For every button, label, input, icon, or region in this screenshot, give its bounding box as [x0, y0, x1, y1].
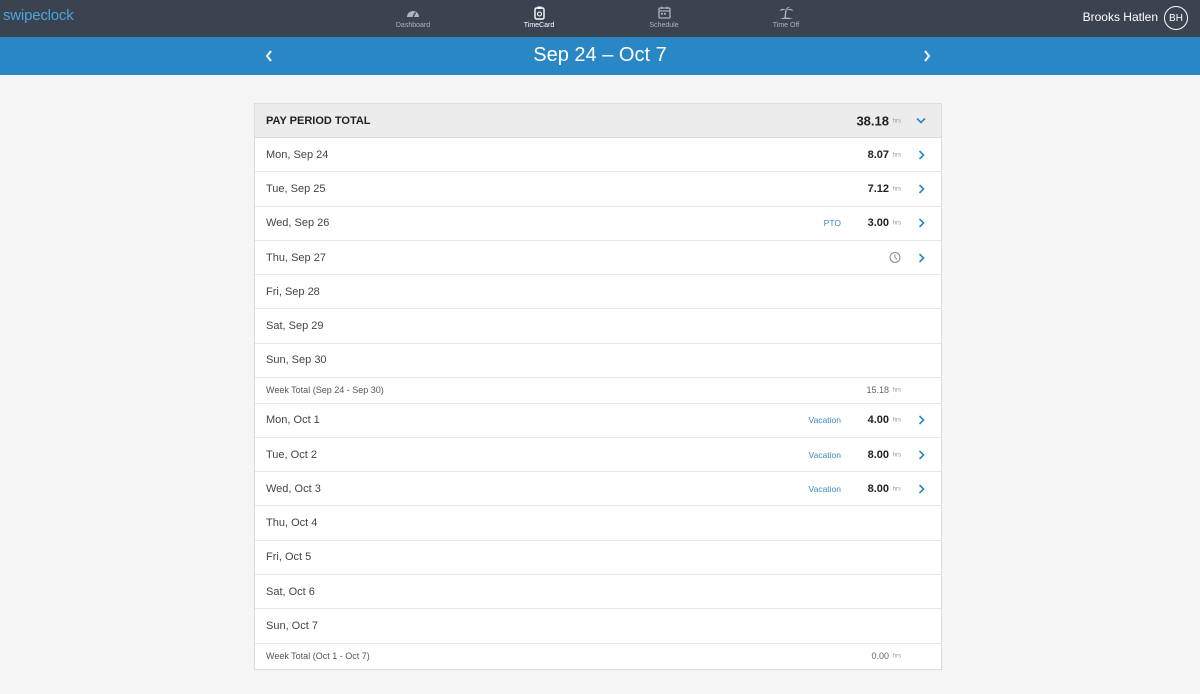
- pay-code-label: PTO: [823, 218, 841, 229]
- chevron-right-icon: [918, 184, 925, 194]
- chevron-right-icon: [924, 50, 931, 62]
- time-off-icon: [779, 5, 794, 20]
- day-detail-button[interactable]: [915, 149, 927, 161]
- day-label: Thu, Oct 4: [266, 517, 318, 530]
- chevron-right-icon: [918, 150, 925, 160]
- day-label: Mon, Oct 1: [266, 414, 320, 427]
- top-navigation-bar: swipeclock Dashboard TimeCard Schedule T…: [0, 0, 1200, 37]
- day-detail-button[interactable]: [915, 252, 927, 264]
- day-row: Sat, Sep 29: [255, 309, 941, 344]
- clock-icon: [888, 251, 901, 264]
- day-label: Wed, Sep 26: [266, 217, 330, 230]
- collapse-button[interactable]: [915, 115, 927, 127]
- week-total-row: Week Total (Oct 1 - Oct 7) 0.00 hrs: [255, 644, 941, 670]
- chevron-down-icon: [916, 117, 926, 124]
- day-hours: 4.00: [867, 414, 889, 427]
- day-hours: 8.00: [867, 448, 889, 461]
- day-row[interactable]: Mon, Sep 24 8.07 hrs: [255, 138, 941, 173]
- day-row[interactable]: Wed, Oct 3 Vacation 8.00 hrs: [255, 472, 941, 507]
- swipeclock-logo[interactable]: swipeclock: [3, 7, 74, 24]
- week-1-days: Mon, Sep 24 8.07 hrs Tue, Sep 25 7.12 hrs Wed,…: [255, 138, 941, 379]
- nav-schedule-label: Schedule: [649, 22, 679, 29]
- chevron-right-icon: [918, 252, 925, 263]
- dashboard-icon: [406, 5, 420, 20]
- hours-unit: hrs: [892, 186, 901, 193]
- week-total-label: Week Total (Sep 24 - Sep 30): [266, 385, 384, 396]
- day-label: Mon, Sep 24: [266, 148, 329, 161]
- nav-dashboard-label: Dashboard: [395, 22, 431, 29]
- day-row[interactable]: Wed, Sep 26 PTO 3.00 hrs: [255, 207, 941, 241]
- hours-unit: hrs: [892, 387, 901, 394]
- schedule-icon: [657, 5, 671, 20]
- nav-time-off-label: Time Off: [772, 22, 800, 29]
- day-hours: 3.00: [867, 217, 889, 230]
- day-label: Fri, Oct 5: [266, 551, 312, 564]
- pay-period-bar: Sep 24 – Oct 7: [0, 37, 1200, 75]
- next-period-button[interactable]: [918, 47, 936, 65]
- day-detail-button[interactable]: [915, 217, 927, 229]
- day-row: Fri, Oct 5: [255, 541, 941, 576]
- day-row[interactable]: Thu, Sep 27: [255, 241, 941, 276]
- hours-unit: hrs: [892, 152, 901, 159]
- timecard-panel: PAY PERIOD TOTAL 38.18 hrs Mon, Sep 24 8.…: [254, 103, 942, 671]
- day-label: Tue, Oct 2: [266, 448, 317, 461]
- day-detail-button[interactable]: [915, 449, 927, 461]
- day-detail-button[interactable]: [915, 414, 927, 426]
- day-row: Sun, Oct 7: [255, 609, 941, 644]
- chevron-right-icon: [918, 415, 925, 425]
- week-total-label: Week Total (Oct 1 - Oct 7): [266, 651, 370, 662]
- week-total-hours: 15.18: [866, 385, 889, 396]
- day-label: Sat, Oct 6: [266, 585, 315, 598]
- week-total-hours: 0.00: [871, 651, 889, 662]
- day-label: Tue, Sep 25: [266, 182, 326, 195]
- user-name[interactable]: Brooks Hatlen: [1083, 10, 1158, 24]
- pay-period-title: Sep 24 – Oct 7: [533, 44, 667, 66]
- nav-timecard-label: TimeCard: [523, 22, 555, 29]
- day-label: Thu, Sep 27: [266, 251, 326, 264]
- hours-unit: hrs: [892, 220, 901, 227]
- week-total-row: Week Total (Sep 24 - Sep 30) 15.18 hrs: [255, 378, 941, 404]
- chevron-right-icon: [918, 449, 925, 460]
- day-detail-button[interactable]: [915, 483, 927, 495]
- pay-code-label: Vacation: [808, 415, 841, 426]
- pay-period-total-row[interactable]: PAY PERIOD TOTAL 38.18 hrs: [255, 104, 941, 138]
- day-row: Sun, Sep 30: [255, 344, 941, 379]
- hours-unit: hrs: [892, 452, 901, 459]
- day-hours: 8.00: [867, 482, 889, 495]
- day-label: Sat, Sep 29: [266, 320, 324, 333]
- day-label: Sun, Oct 7: [266, 620, 318, 632]
- week-2-days: Mon, Oct 1 Vacation 4.00 hrs Tue, Oct 2 Vacat…: [255, 404, 941, 644]
- day-label: Wed, Oct 3: [266, 482, 321, 495]
- chevron-right-icon: [918, 484, 925, 494]
- pay-period-total-hours: 38.18: [856, 113, 889, 128]
- day-row[interactable]: Tue, Oct 2 Vacation 8.00 hrs: [255, 438, 941, 473]
- nav-dashboard[interactable]: Dashboard: [392, 0, 434, 37]
- pay-period-total-label: PAY PERIOD TOTAL: [266, 114, 371, 127]
- nav-schedule[interactable]: Schedule: [643, 0, 685, 37]
- day-detail-button[interactable]: [915, 183, 927, 195]
- hours-unit: hrs: [892, 486, 901, 493]
- timecard-icon: [533, 5, 545, 20]
- day-row: Sat, Oct 6: [255, 575, 941, 610]
- day-row[interactable]: Mon, Oct 1 Vacation 4.00 hrs: [255, 404, 941, 438]
- pay-code-label: Vacation: [808, 449, 841, 460]
- nav-time-off[interactable]: Time Off: [765, 0, 807, 37]
- day-hours: 7.12: [867, 182, 889, 195]
- day-hours: 8.07: [867, 148, 889, 161]
- hours-unit: hrs: [892, 118, 901, 125]
- nav-timecard[interactable]: TimeCard: [518, 0, 560, 37]
- day-label: Sun, Sep 30: [266, 354, 327, 367]
- day-row: Thu, Oct 4: [255, 506, 941, 541]
- day-row: Fri, Sep 28: [255, 275, 941, 310]
- day-row[interactable]: Tue, Sep 25 7.12 hrs: [255, 172, 941, 207]
- avatar[interactable]: BH: [1164, 6, 1188, 30]
- chevron-right-icon: [918, 218, 925, 228]
- hours-unit: hrs: [892, 417, 901, 424]
- pay-code-label: Vacation: [808, 483, 841, 494]
- day-label: Fri, Sep 28: [266, 285, 320, 298]
- hours-unit: hrs: [892, 654, 901, 661]
